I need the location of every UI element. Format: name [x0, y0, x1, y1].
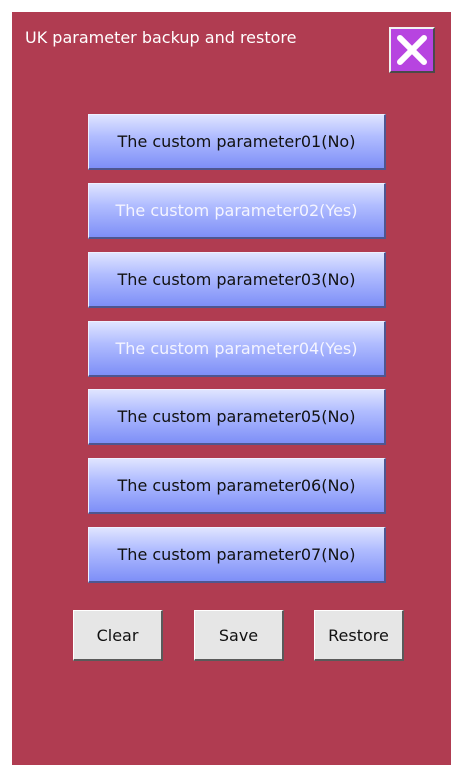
restore-button[interactable]: Restore: [314, 610, 404, 661]
parameter-button-03[interactable]: The custom parameter03(No): [88, 252, 386, 308]
parameter-button-05[interactable]: The custom parameter05(No): [88, 389, 386, 445]
parameter-button-04[interactable]: The custom parameter04(Yes): [88, 321, 386, 377]
parameter-button-07[interactable]: The custom parameter07(No): [88, 527, 386, 583]
close-x-icon: [397, 35, 427, 65]
clear-button[interactable]: Clear: [73, 610, 163, 661]
save-button[interactable]: Save: [194, 610, 284, 661]
parameter-button-06[interactable]: The custom parameter06(No): [88, 458, 386, 514]
close-button[interactable]: [389, 27, 435, 73]
parameter-button-02[interactable]: The custom parameter02(Yes): [88, 183, 386, 239]
parameter-button-01[interactable]: The custom parameter01(No): [88, 114, 386, 170]
dialog-title: UK parameter backup and restore: [25, 28, 297, 47]
